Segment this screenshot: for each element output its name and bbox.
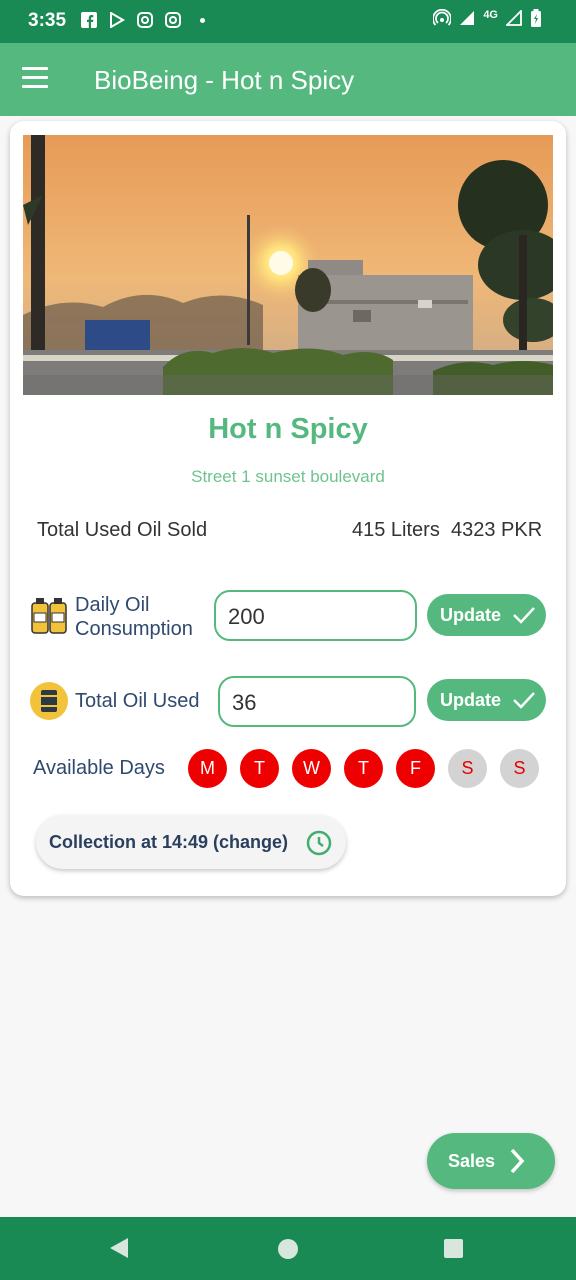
- play-store-icon: [108, 11, 126, 29]
- daily-oil-input[interactable]: 200: [214, 590, 417, 641]
- daily-oil-label-line1: Daily Oil: [75, 594, 150, 616]
- hotspot-icon: [432, 8, 453, 32]
- sales-button-label: Sales: [448, 1151, 496, 1171]
- home-icon[interactable]: [278, 1239, 298, 1259]
- day-tuesday[interactable]: T: [240, 749, 279, 788]
- signal-icon: [504, 8, 522, 31]
- chevron-right-icon: [510, 1148, 525, 1174]
- status-bar: 3:35 4G: [0, 0, 576, 43]
- status-time: 3:35: [28, 10, 67, 31]
- daily-oil-label: Daily Oil Consumption: [75, 593, 193, 641]
- collection-time-button[interactable]: Collection at 14:49 (change): [36, 815, 346, 869]
- restaurant-card: Hot n Spicy Street 1 sunset boulevard To…: [10, 121, 566, 896]
- back-icon[interactable]: [108, 1237, 130, 1259]
- day-thursday[interactable]: T: [344, 749, 383, 788]
- network-type: 4G: [483, 8, 498, 21]
- total-oil-input[interactable]: 36: [218, 676, 416, 727]
- total-oil-update-button[interactable]: Update: [427, 679, 546, 721]
- clock-icon: [306, 830, 332, 856]
- daily-oil-update-button[interactable]: Update: [427, 594, 546, 636]
- total-oil-update-label: Update: [440, 690, 502, 710]
- restaurant-name: Hot n Spicy: [208, 413, 368, 445]
- day-wednesday[interactable]: W: [292, 749, 331, 788]
- day-saturday[interactable]: S: [448, 749, 487, 788]
- hamburger-menu-icon[interactable]: [22, 67, 48, 89]
- day-sunday[interactable]: S: [500, 749, 539, 788]
- day-monday[interactable]: M: [188, 749, 227, 788]
- signal-icon: [459, 10, 475, 31]
- system-nav-bar: [0, 1217, 576, 1280]
- restaurant-photo: [23, 135, 553, 395]
- sales-button[interactable]: Sales: [427, 1133, 555, 1189]
- recent-apps-icon[interactable]: [444, 1239, 463, 1258]
- battery-icon: [530, 9, 542, 32]
- available-days-label: Available Days: [33, 757, 165, 779]
- oil-bottles-icon: [29, 595, 69, 635]
- check-icon: [513, 692, 535, 709]
- total-oil-sold-liters: 415 Liters: [352, 519, 440, 541]
- daily-oil-update-label: Update: [440, 605, 502, 625]
- total-oil-sold-label: Total Used Oil Sold: [37, 519, 208, 541]
- check-icon: [513, 607, 535, 624]
- app-bar: BioBeing - Hot n Spicy: [0, 43, 576, 116]
- restaurant-address: Street 1 sunset boulevard: [191, 467, 385, 486]
- oil-barrel-icon: [29, 681, 69, 721]
- app-title: BioBeing - Hot n Spicy: [94, 65, 355, 95]
- facebook-icon: [80, 11, 98, 29]
- instagram-icon: [164, 11, 182, 29]
- total-oil-sold-pkr: 4323 PKR: [451, 519, 543, 541]
- daily-oil-label-line2: Consumption: [75, 618, 193, 640]
- total-oil-label: Total Oil Used: [75, 690, 200, 712]
- notification-dot-icon: [200, 17, 205, 23]
- collection-time-text: Collection at 14:49 (change): [49, 832, 289, 852]
- instagram-icon: [136, 11, 154, 29]
- day-friday[interactable]: F: [396, 749, 435, 788]
